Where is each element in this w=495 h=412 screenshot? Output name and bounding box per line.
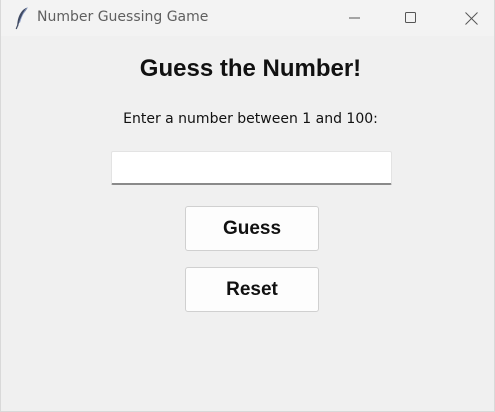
maximize-button[interactable] xyxy=(388,0,434,36)
page-title: Guess the Number! xyxy=(139,55,362,82)
app-window: Number Guessing Game Guess the Number! E… xyxy=(0,0,495,412)
title-bar[interactable]: Number Guessing Game xyxy=(1,0,494,36)
close-button[interactable] xyxy=(448,0,494,36)
instruction-label: Enter a number between 1 and 100: xyxy=(123,111,378,127)
reset-button[interactable]: Reset xyxy=(185,267,319,312)
close-icon xyxy=(464,11,478,25)
window-title: Number Guessing Game xyxy=(37,9,209,25)
maximize-icon xyxy=(405,12,417,24)
guess-button[interactable]: Guess xyxy=(185,206,319,251)
main-content: Guess the Number! Enter a number between… xyxy=(1,36,494,411)
minimize-button[interactable] xyxy=(332,0,378,36)
feather-icon xyxy=(13,6,31,30)
minimize-icon xyxy=(349,12,361,24)
guess-input[interactable] xyxy=(111,151,392,185)
